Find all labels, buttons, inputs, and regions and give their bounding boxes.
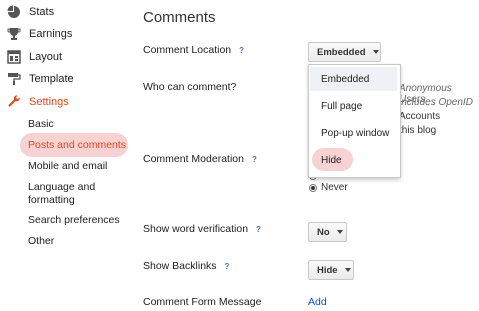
comment-moderation-label: Comment Moderation? [143, 153, 257, 165]
show-backlinks-label: Show Backlinks? [143, 260, 230, 272]
paint-roller-icon [6, 71, 22, 87]
sidebar-item-label: Settings [29, 96, 69, 108]
sidebar-item-label: Stats [29, 6, 55, 18]
option-embedded[interactable]: Embedded [321, 74, 369, 85]
help-icon[interactable]: ? [225, 262, 230, 271]
caret-down-icon [344, 268, 351, 272]
main-content: Comments Comment Location? Embedded Who … [143, 0, 479, 311]
comment-location-dropdown: Embedded Full page Pop-up window Hide [308, 64, 401, 178]
caret-down-icon [336, 230, 343, 234]
caret-down-icon [372, 50, 379, 54]
word-verification-label: Show word verification? [143, 223, 261, 235]
option-hide[interactable]: Hide [321, 155, 342, 166]
sidebar-subitem-other[interactable]: Other [28, 235, 54, 248]
sidebar-item-layout[interactable]: Layout [6, 47, 62, 67]
option-never-label: Never [321, 182, 348, 193]
sidebar-subitem-posts-and-comments[interactable]: Posts and comments [28, 139, 126, 152]
sidebar-item-stats[interactable]: Stats [6, 2, 54, 22]
sidebar-subitem-basic[interactable]: Basic [28, 118, 54, 131]
sidebar-item-label: Layout [29, 51, 63, 63]
this-blog-text: this blog [399, 125, 437, 136]
who-can-comment-label: Who can comment? [143, 81, 237, 93]
word-verification-select[interactable]: No [308, 222, 347, 242]
comment-form-message-label: Comment Form Message [143, 296, 262, 308]
sidebar-item-earnings[interactable]: Earnings [6, 24, 72, 44]
pie-chart-icon [6, 4, 22, 20]
sidebar-item-settings[interactable]: Settings [6, 92, 69, 112]
page-title: Comments [143, 9, 216, 26]
sidebar-subitem-language-and-formatting[interactable]: Language and formatting [28, 181, 124, 207]
sidebar-item-label: Earnings [29, 28, 73, 40]
includes-openid-text: includes OpenID [399, 97, 473, 108]
sidebar-subitem-mobile-and-email[interactable]: Mobile and email [28, 160, 107, 173]
help-icon[interactable]: ? [256, 225, 261, 234]
accounts-text: Accounts [399, 111, 441, 122]
radio-never[interactable] [309, 184, 317, 192]
sidebar: Stats Earnings Layout Template Settings … [0, 0, 135, 311]
help-icon[interactable]: ? [239, 46, 244, 55]
backlinks-select[interactable]: Hide [308, 260, 354, 280]
option-popup-window[interactable]: Pop-up window [321, 128, 389, 139]
comment-location-label: Comment Location? [143, 44, 245, 56]
help-icon[interactable]: ? [252, 155, 257, 164]
sidebar-item-label: Template [29, 73, 74, 85]
sidebar-item-template[interactable]: Template [6, 69, 74, 89]
add-link[interactable]: Add [308, 296, 327, 308]
option-full-page[interactable]: Full page [321, 101, 362, 112]
comment-location-select[interactable]: Embedded [308, 42, 381, 62]
layout-icon [6, 49, 22, 65]
wrench-icon [6, 94, 22, 110]
sidebar-subitem-search-preferences[interactable]: Search preferences [28, 214, 120, 227]
trophy-icon [6, 26, 22, 42]
